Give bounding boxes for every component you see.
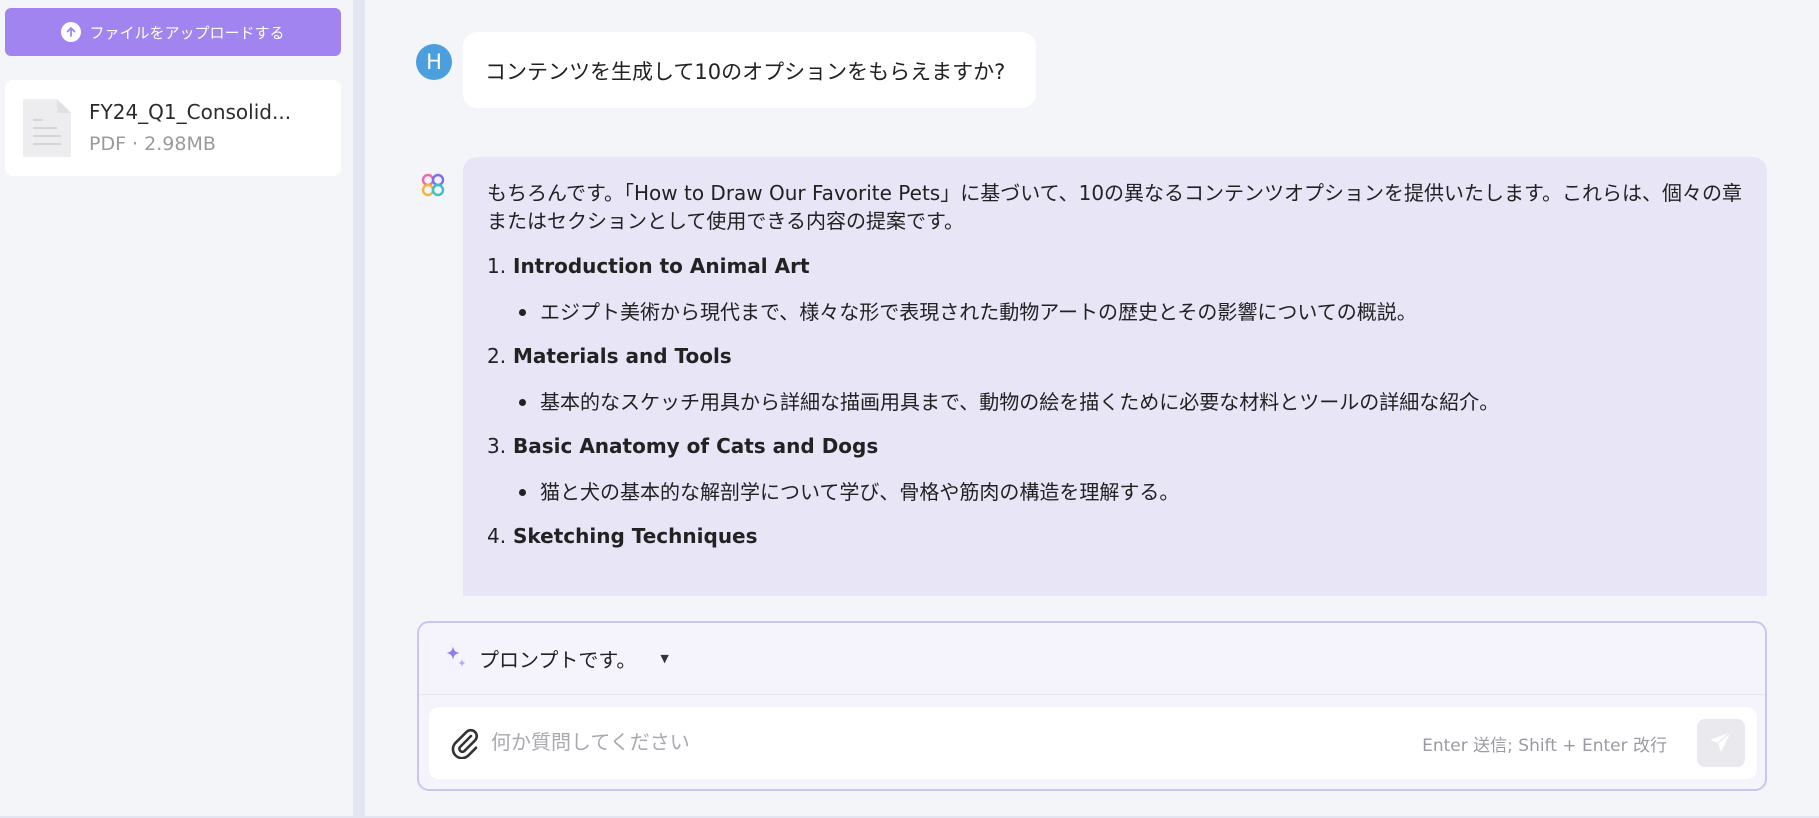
option-title-text: Introduction to Animal Art [513,254,810,278]
prompt-selector[interactable]: プロンプトです。 ▼ [419,623,1765,695]
option-list: 1. Introduction to Animal Art エジプト美術から現代ま… [487,251,1743,551]
option-description: 猫と犬の基本的な解剖学について学び、骨格や筋肉の構造を理解する。 [519,477,1743,507]
upload-file-label: ファイルをアップロードする [89,23,285,42]
document-icon [21,97,73,163]
option-description-text: 基本的なスケッチ用具から詳細な描画用具まで、動物の絵を描くために必要な材料とツー… [540,390,1500,414]
bullet-dot [519,488,526,496]
message-input-row: Enter 送信; Shift + Enter 改行 [429,707,1757,779]
option-description: 基本的なスケッチ用具から詳細な描画用具まで、動物の絵を描くために必要な材料とツー… [519,387,1743,417]
option-description-text: エジプト美術から現代まで、様々な形で表現された動物アートの歴史とその影響について… [540,300,1417,324]
bullet-dot [519,308,526,316]
option-title-text: Basic Anatomy of Cats and Dogs [513,434,879,458]
message-list[interactable]: H コンテンツを生成して10のオプションをもらえますか? もちろんです。「How… [365,0,1819,596]
prompt-label: プロンプトです。 [479,648,637,672]
option-title: 3. Basic Anatomy of Cats and Dogs [487,431,1743,461]
user-message: コンテンツを生成して10のオプションをもらえますか? [463,32,1036,108]
bullet-dot [519,398,526,406]
option-number: 3. [487,434,507,458]
option-number: 1. [487,254,507,278]
chat-panel: H コンテンツを生成して10のオプションをもらえますか? もちろんです。「How… [365,0,1819,816]
composer: プロンプトです。 ▼ Enter 送信; Shift + Enter 改行 [417,621,1767,791]
upload-file-button[interactable]: ファイルをアップロードする [5,8,341,56]
option-number: 2. [487,344,507,368]
option-title-text: Materials and Tools [513,344,732,368]
option-title: 4. Sketching Techniques [487,521,1743,551]
file-card[interactable]: FY24_Q1_Consolid... PDF · 2.98MB [5,80,341,176]
option-title-text: Sketching Techniques [513,524,758,548]
option-description: エジプト美術から現代まで、様々な形で表現された動物アートの歴史とその影響について… [519,297,1743,327]
paperclip-icon[interactable] [449,727,479,763]
file-name: FY24_Q1_Consolid... [89,100,292,124]
send-button[interactable] [1697,719,1745,767]
ai-intro-text: もちろんです。「How to Draw Our Favorite Pets」に基… [487,181,1743,233]
ai-message: もちろんです。「How to Draw Our Favorite Pets」に基… [463,157,1767,596]
list-item: 2. Materials and Tools 基本的なスケッチ用具から詳細な描画用… [487,341,1743,417]
keyboard-hint: Enter 送信; Shift + Enter 改行 [1422,736,1667,756]
caret-down-icon[interactable]: ▼ [660,652,668,665]
option-title: 1. Introduction to Animal Art [487,251,1743,281]
arrow-up-icon [61,22,82,42]
sparkle-icon [443,644,469,674]
option-title: 2. Materials and Tools [487,341,1743,371]
ai-logo-icon [420,172,446,198]
option-number: 4. [487,524,507,548]
option-description-text: 猫と犬の基本的な解剖学について学び、骨格や筋肉の構造を理解する。 [540,480,1180,504]
message-input[interactable] [491,723,1391,761]
app-window: ファイルをアップロードする FY24_Q1_Consolid... PDF · … [0,0,1819,818]
user-avatar: H [416,44,452,80]
list-item: 4. Sketching Techniques [487,521,1743,551]
send-icon [1708,729,1734,758]
list-item: 3. Basic Anatomy of Cats and Dogs 猫と犬の基本的… [487,431,1743,507]
file-meta: PDF · 2.98MB [89,133,216,155]
sidebar: ファイルをアップロードする FY24_Q1_Consolid... PDF · … [0,0,353,816]
list-item: 1. Introduction to Animal Art エジプト美術から現代ま… [487,251,1743,327]
